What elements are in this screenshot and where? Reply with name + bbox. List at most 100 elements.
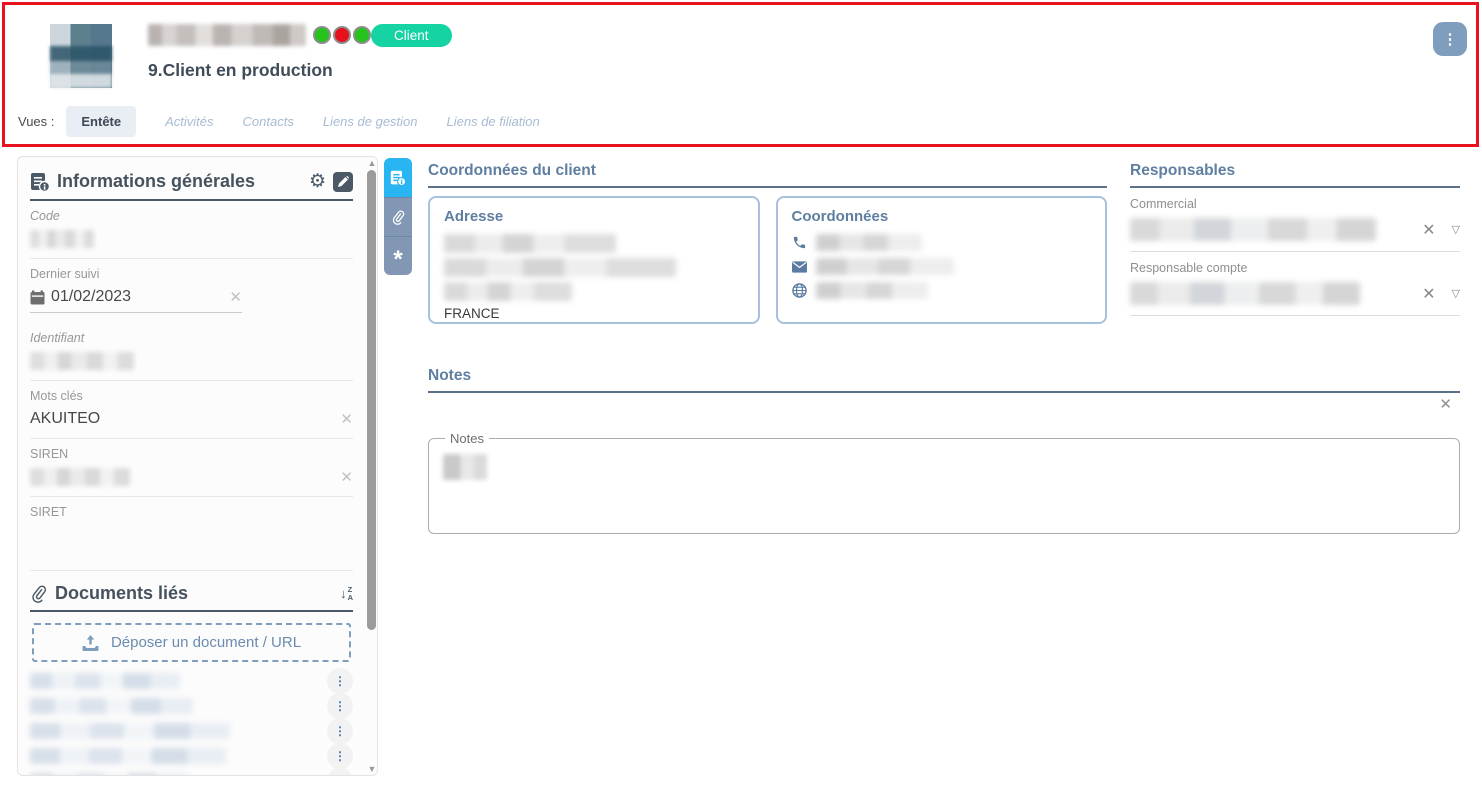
field-label: Identifiant xyxy=(30,331,353,345)
field-commercial: Commercial ✕ ▽ xyxy=(1130,188,1460,252)
client-record-page: Client 9.Client en production ⋮ Vues : E… xyxy=(0,0,1482,807)
vtab-custom-fields[interactable]: * xyxy=(384,236,412,275)
sort-alpha-icon[interactable]: ↓ZA xyxy=(340,586,353,601)
edit-button[interactable] xyxy=(333,172,353,192)
redacted-address-line xyxy=(444,258,676,277)
vtab-informations[interactable] xyxy=(384,158,412,197)
tab-liens-de-filiation[interactable]: Liens de filiation xyxy=(447,114,540,129)
tab-entete[interactable]: Entête xyxy=(66,106,136,137)
tab-liens-de-gestion[interactable]: Liens de gestion xyxy=(323,114,418,129)
widget-tab-strip: * xyxy=(384,158,412,275)
field-mots-cles: Mots clés AKUITEO ✕ xyxy=(30,381,353,439)
views-tab-bar: Vues : Entête Activités Contacts Liens d… xyxy=(18,104,540,138)
tab-contacts[interactable]: Contacts xyxy=(243,114,294,129)
coordonnees-card: Coordonnées xyxy=(776,196,1108,324)
upload-icon xyxy=(82,635,99,651)
document-kebab-menu-button[interactable]: ⋮ xyxy=(327,668,353,694)
informations-generales-header: Informations générales ⚙ xyxy=(30,167,353,201)
notes-section: Notes ✕ Notes xyxy=(428,367,1460,534)
chevron-down-icon[interactable]: ▽ xyxy=(1452,223,1460,236)
scroll-up-icon[interactable]: ▲ xyxy=(366,158,378,168)
company-name-redacted xyxy=(148,24,306,46)
document-info-icon xyxy=(390,170,406,186)
documents-lies-header: Documents liés ↓ZA xyxy=(30,583,353,612)
paperclip-icon xyxy=(30,585,47,603)
redacted-document-name xyxy=(30,698,193,714)
clear-date-icon[interactable]: ✕ xyxy=(229,288,242,306)
status-dot-green xyxy=(313,26,331,44)
phone-row xyxy=(792,234,1092,251)
field-dernier-suivi: Dernier suivi 01/02/2023 ✕ xyxy=(30,259,353,323)
date-input[interactable]: 01/02/2023 ✕ xyxy=(30,288,242,313)
redacted-value xyxy=(30,352,134,370)
redacted-website xyxy=(816,282,928,299)
panel-title: Informations générales xyxy=(57,171,302,192)
redacted-document-name xyxy=(30,773,188,777)
document-kebab-menu-button[interactable]: ⋮ xyxy=(327,693,353,719)
panel-scrollbar[interactable]: ▲ ▼ xyxy=(366,158,378,774)
redacted-address-line xyxy=(444,282,572,301)
notes-clear-icon[interactable]: ✕ xyxy=(1439,395,1452,413)
gear-icon[interactable]: ⚙ xyxy=(309,172,326,191)
vertical-ellipsis-icon: ⋮ xyxy=(1443,32,1458,47)
date-value: 01/02/2023 xyxy=(51,288,131,306)
redacted-document-name xyxy=(30,673,180,689)
tab-activites[interactable]: Activités xyxy=(165,114,213,129)
website-row xyxy=(792,282,1092,299)
mots-cles-value: AKUITEO xyxy=(30,410,100,428)
document-info-icon xyxy=(30,172,50,192)
field-siren: SIREN ✕ xyxy=(30,439,353,497)
client-status-subtitle: 9.Client en production xyxy=(148,60,333,81)
scrollbar-thumb[interactable] xyxy=(367,170,376,630)
dropzone-label: Déposer un document / URL xyxy=(111,634,301,651)
field-label: SIREN xyxy=(30,447,353,461)
section-title: Coordonnées du client xyxy=(428,162,1107,188)
clear-siren-icon[interactable]: ✕ xyxy=(340,468,353,486)
clear-mots-cles-icon[interactable]: ✕ xyxy=(340,410,353,428)
country-value: FRANCE xyxy=(444,306,744,321)
document-dropzone[interactable]: Déposer un document / URL xyxy=(32,623,351,662)
clear-responsable-icon[interactable]: ✕ xyxy=(1422,284,1435,304)
section-title: Notes xyxy=(428,367,1460,393)
section-title: Responsables xyxy=(1130,162,1460,188)
field-label: Commercial xyxy=(1130,197,1460,211)
document-list-item[interactable]: ⋮ xyxy=(30,718,353,743)
coordonnees-client-section: Coordonnées du client Adresse FRANCE Coo… xyxy=(428,162,1107,534)
redacted-document-name xyxy=(30,723,230,739)
notes-field-legend: Notes xyxy=(445,431,489,446)
main-content: Coordonnées du client Adresse FRANCE Coo… xyxy=(428,162,1460,534)
asterisk-icon: * xyxy=(393,249,402,271)
field-identifiant: Identifiant xyxy=(30,323,353,381)
paperclip-icon xyxy=(391,210,405,225)
scroll-down-icon[interactable]: ▼ xyxy=(366,764,378,774)
field-label: Mots clés xyxy=(30,389,353,403)
pencil-icon xyxy=(338,176,349,187)
field-label: SIRET xyxy=(30,505,353,519)
field-label: Responsable compte xyxy=(1130,261,1460,275)
redacted-value xyxy=(30,468,130,486)
document-list-item[interactable]: ⋮ xyxy=(30,743,353,768)
document-list-item[interactable]: ⋮ xyxy=(30,693,353,718)
clear-commercial-icon[interactable]: ✕ xyxy=(1422,220,1435,240)
redacted-document-name xyxy=(30,748,226,764)
globe-icon xyxy=(792,283,807,298)
header-kebab-menu-button[interactable]: ⋮ xyxy=(1433,22,1467,56)
document-kebab-menu-button[interactable]: ⋮ xyxy=(327,718,353,744)
document-kebab-menu-button[interactable]: ⋮ xyxy=(327,768,353,777)
notes-textarea[interactable]: Notes xyxy=(428,431,1460,534)
vtab-documents[interactable] xyxy=(384,197,412,236)
page-header: Client 9.Client en production ⋮ Vues : E… xyxy=(0,0,1482,150)
document-kebab-menu-button[interactable]: ⋮ xyxy=(327,743,353,769)
client-type-badge: Client xyxy=(371,24,452,47)
phone-icon xyxy=(792,235,807,250)
redacted-email xyxy=(816,258,954,275)
redacted-phone xyxy=(816,234,922,251)
card-title: Adresse xyxy=(444,208,744,225)
email-row xyxy=(792,258,1092,275)
redacted-commercial-name xyxy=(1130,218,1376,241)
document-list-item[interactable]: ⋮ xyxy=(30,768,353,776)
field-code: Code xyxy=(30,201,353,259)
document-list-item[interactable]: ⋮ xyxy=(30,668,353,693)
chevron-down-icon[interactable]: ▽ xyxy=(1452,287,1460,300)
field-siret: SIRET xyxy=(30,497,353,571)
